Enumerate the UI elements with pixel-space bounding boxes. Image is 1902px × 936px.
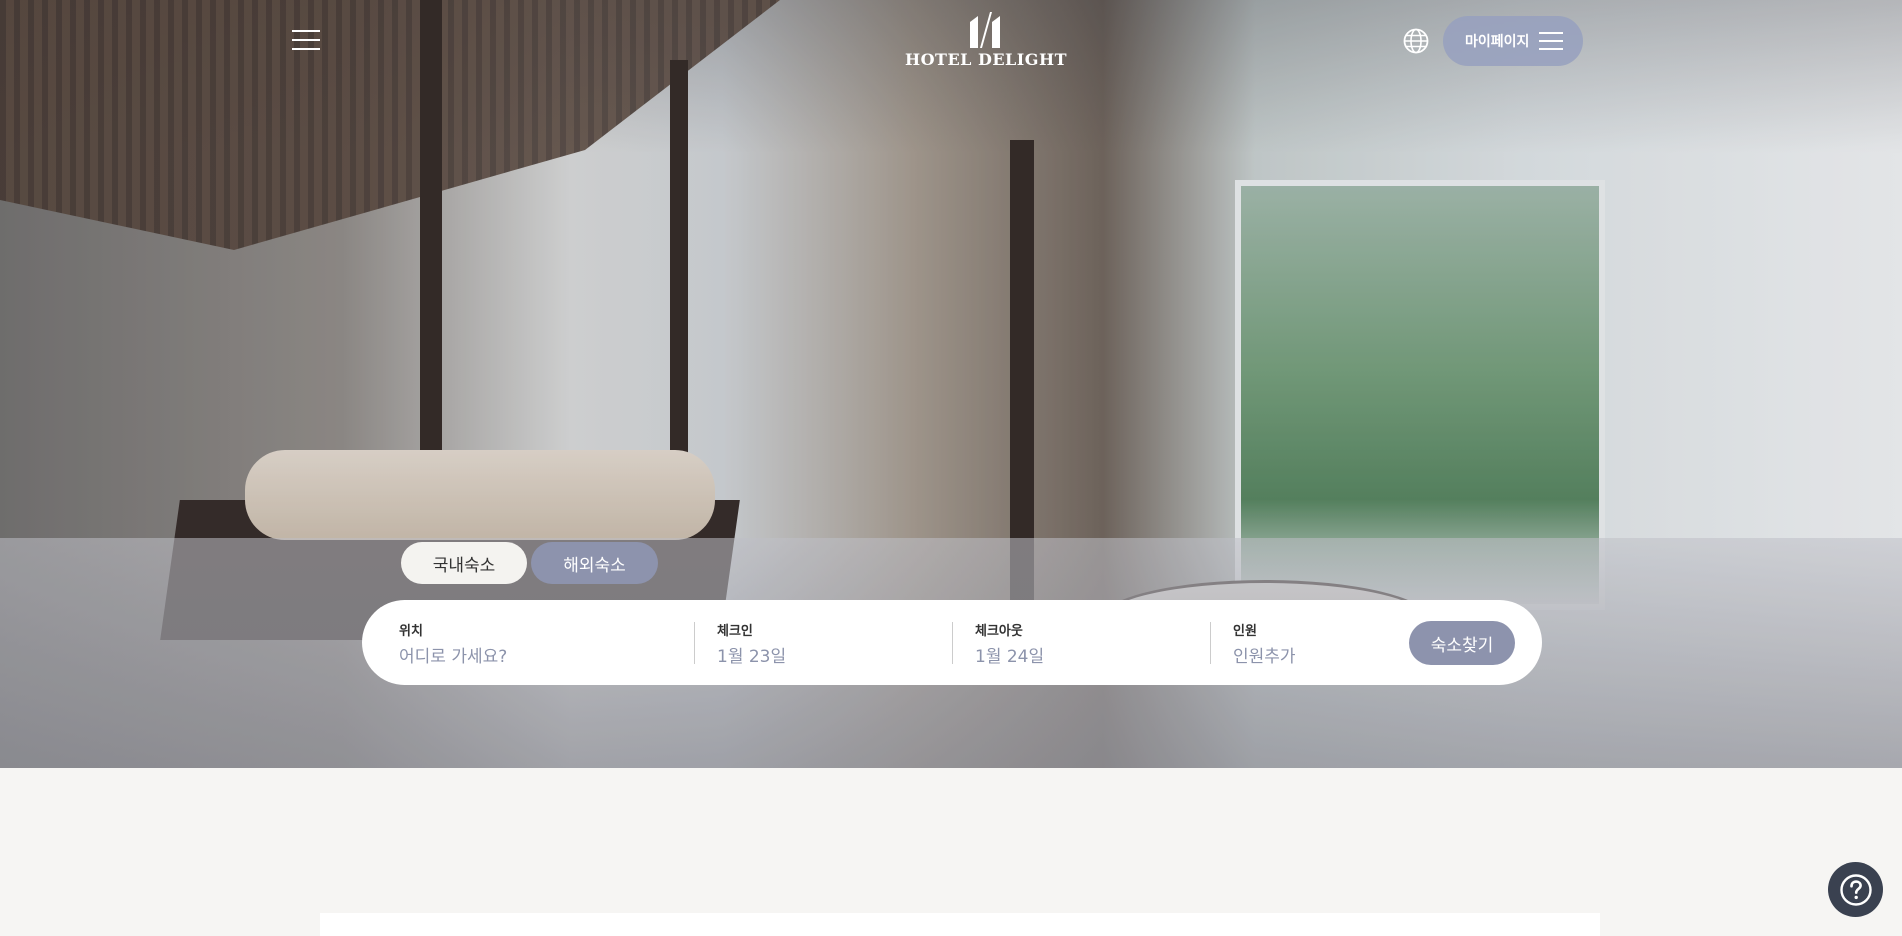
tab-overseas[interactable]: 해외숙소: [531, 542, 658, 584]
logo-text: HOTEL DELIGHT: [905, 50, 1067, 69]
mypage-menu-icon: [1539, 32, 1563, 50]
guests-label: 인원: [1233, 624, 1257, 639]
checkin-label: 체크인: [717, 624, 753, 639]
checkout-value[interactable]: 1월 24일: [975, 642, 1205, 667]
guests-field[interactable]: 인원 인원추가: [1233, 620, 1393, 667]
globe-icon[interactable]: [1403, 28, 1429, 54]
location-field[interactable]: 위치 어디로 가세요?: [399, 620, 689, 667]
search-submit-button[interactable]: 숙소찾기: [1409, 621, 1515, 665]
checkout-field[interactable]: 체크아웃 1월 24일: [975, 620, 1205, 667]
content-card: [320, 913, 1600, 936]
location-input[interactable]: 어디로 가세요?: [399, 642, 689, 667]
location-label: 위치: [399, 624, 423, 639]
tab-domestic[interactable]: 국내숙소: [401, 542, 527, 584]
checkout-label: 체크아웃: [975, 624, 1023, 639]
logo-mark-icon: [970, 12, 1000, 48]
mypage-button[interactable]: 마이페이지: [1443, 16, 1583, 66]
field-divider: [694, 622, 695, 664]
logo[interactable]: HOTEL DELIGHT: [905, 12, 1067, 70]
guests-value[interactable]: 인원추가: [1233, 642, 1393, 667]
menu-icon[interactable]: [292, 30, 320, 50]
help-icon: [1839, 873, 1872, 906]
mypage-label: 마이페이지: [1465, 34, 1530, 50]
field-divider: [952, 622, 953, 664]
checkin-value[interactable]: 1월 23일: [717, 642, 947, 667]
field-divider: [1210, 622, 1211, 664]
search-bar: 위치 어디로 가세요? 체크인 1월 23일 체크아웃 1월 24일 인원 인원…: [362, 600, 1542, 685]
help-button[interactable]: [1828, 862, 1883, 917]
checkin-field[interactable]: 체크인 1월 23일: [717, 620, 947, 667]
